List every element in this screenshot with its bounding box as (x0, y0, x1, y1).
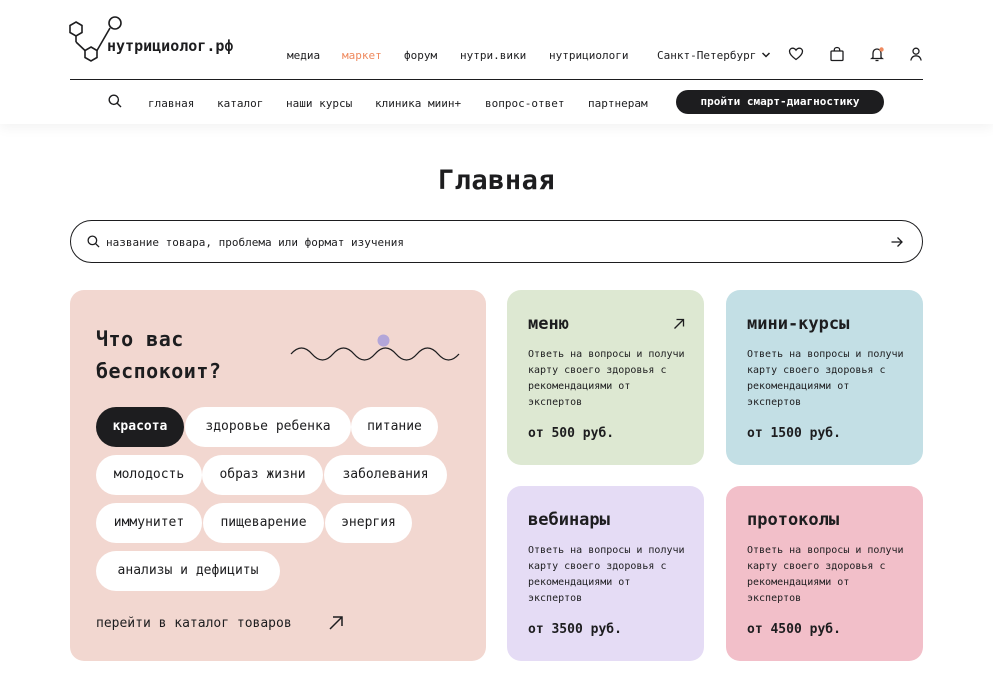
card-description: Ответь на вопросы и получи карту своего … (528, 349, 685, 408)
subnav-item-partners[interactable]: партнерам (588, 97, 648, 110)
card-title: меню (528, 314, 569, 334)
card-title: вебинары (528, 510, 610, 530)
card-description: Ответь на вопросы и получи карту своего … (747, 349, 904, 408)
chevron-down-icon[interactable] (761, 50, 771, 60)
search-input[interactable]: название товара, проблема или формат изу… (70, 220, 923, 263)
arrow-up-right-icon (674, 318, 685, 329)
tag-digestion[interactable]: пищеварение (203, 503, 324, 543)
search-icon (87, 235, 100, 248)
search-icon[interactable] (108, 94, 122, 108)
nav-item-wiki[interactable]: нутри.вики (460, 49, 526, 62)
catalog-link[interactable]: перейти в каталог товаров (96, 616, 292, 631)
wave-decoration-icon (290, 334, 460, 361)
nav-item-media[interactable]: медиа (287, 49, 320, 62)
nav-item-forum[interactable]: форум (404, 49, 437, 62)
card-price: от 1500 руб. (747, 426, 841, 441)
arrow-right-icon[interactable] (890, 235, 904, 249)
arrow-up-right-icon[interactable] (328, 615, 344, 631)
card-mini-courses[interactable]: мини-курсы Ответь на вопросы и получи ка… (726, 290, 923, 465)
subnav-item-home[interactable]: главная (148, 97, 194, 110)
header-divider (70, 79, 923, 80)
card-description: Ответь на вопросы и получи карту своего … (528, 545, 685, 604)
tag-diseases[interactable]: заболевания (324, 455, 447, 495)
tag-immunity[interactable]: иммунитет (96, 503, 202, 543)
card-price: от 500 руб. (528, 426, 615, 441)
tag-child-health[interactable]: здоровье ребенка (185, 407, 351, 447)
logo[interactable]: нутрициолог.рф (68, 15, 248, 65)
heart-icon[interactable] (788, 46, 804, 62)
card-webinars[interactable]: вебинары Ответь на вопросы и получи карт… (507, 486, 704, 661)
tag-energy[interactable]: энергия (325, 503, 412, 543)
logo-text: нутрициолог.рф (107, 37, 234, 55)
card-title: мини-курсы (747, 314, 850, 334)
subnav-item-catalog[interactable]: каталог (217, 97, 263, 110)
city-selector[interactable]: Санкт-Петербург (657, 49, 756, 62)
card-description: Ответь на вопросы и получи карту своего … (747, 545, 904, 604)
subnav-item-faq[interactable]: вопрос-ответ (485, 97, 564, 110)
card-price: от 3500 руб. (528, 622, 622, 637)
search-placeholder: название товара, проблема или формат изу… (106, 236, 405, 249)
bell-icon[interactable] (869, 46, 885, 62)
nav-item-market[interactable]: маркет (342, 49, 382, 62)
concerns-title: Что вас беспокоит? (96, 327, 222, 383)
card-price: от 4500 руб. (747, 622, 841, 637)
tag-nutrition[interactable]: питание (351, 407, 438, 447)
user-icon[interactable] (908, 46, 924, 62)
card-title: протоколы (747, 510, 840, 530)
page-title: Главная (437, 165, 556, 196)
tag-beauty[interactable]: красота (96, 407, 184, 447)
subnav-item-clinic[interactable]: клиника миин+ (375, 97, 461, 110)
tag-lifestyle[interactable]: образ жизни (202, 455, 323, 495)
card-menu[interactable]: меню Ответь на вопросы и получи карту св… (507, 290, 704, 465)
subnav-item-courses[interactable]: наши курсы (286, 97, 352, 110)
tag-tests-deficits[interactable]: анализы и дефициты (96, 551, 280, 591)
bag-icon[interactable] (829, 46, 845, 62)
tag-youth[interactable]: молодость (96, 455, 202, 495)
nav-item-nutritionists[interactable]: нутрициологи (549, 49, 628, 62)
card-protocols[interactable]: протоколы Ответь на вопросы и получи кар… (726, 486, 923, 661)
site-header: нутрициолог.рф медиа маркет форум нутри.… (0, 0, 993, 124)
smart-diagnostics-button[interactable]: пройти смарт-диагностику (676, 90, 884, 114)
concerns-card: Что вас беспокоит? красота здоровье ребе… (70, 290, 486, 661)
